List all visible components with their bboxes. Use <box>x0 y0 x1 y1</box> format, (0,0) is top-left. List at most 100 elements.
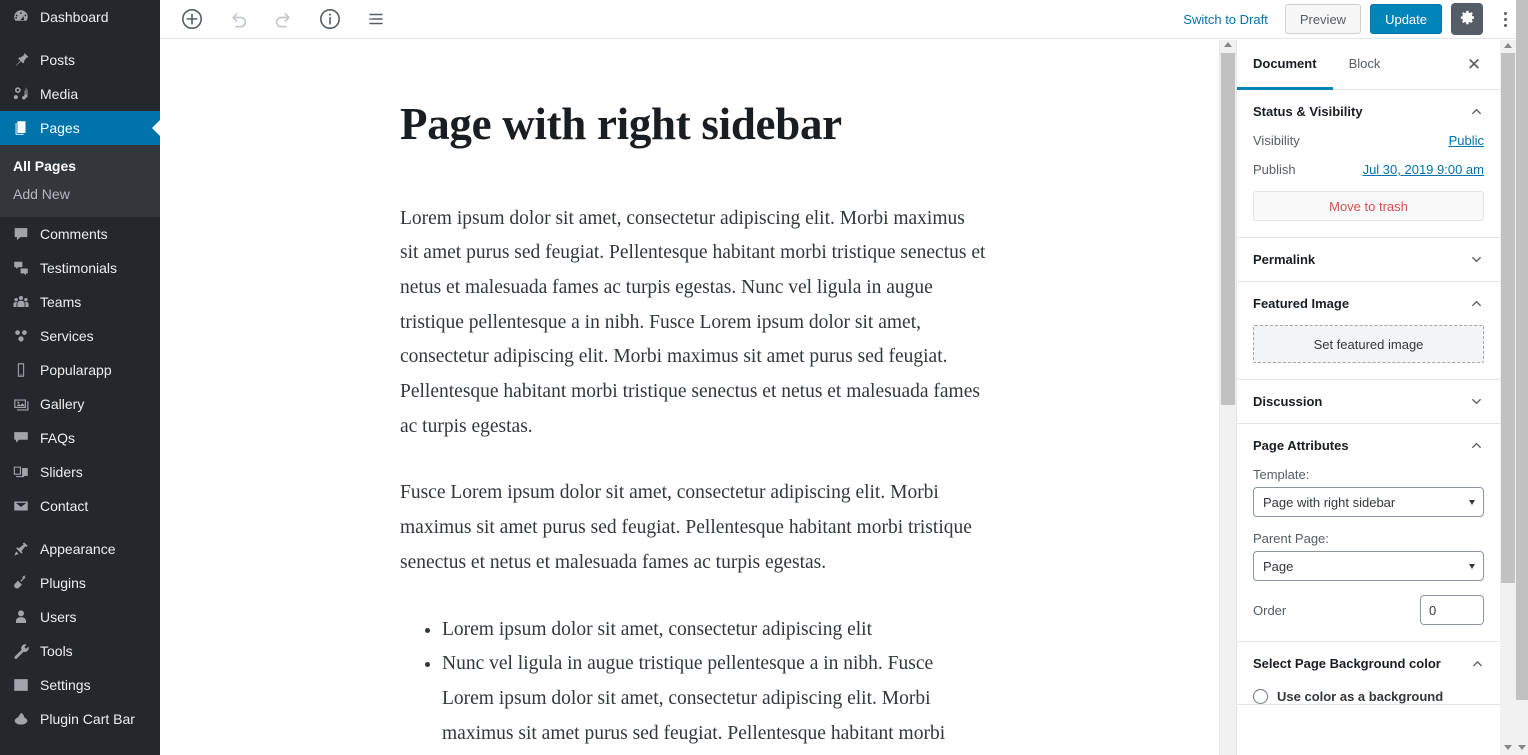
tab-document[interactable]: Document <box>1237 40 1333 90</box>
pages-icon <box>11 118 31 138</box>
publish-date-button[interactable]: Jul 30, 2019 9:00 am <box>1363 162 1484 177</box>
menu-separator <box>0 523 160 532</box>
panel-header-discussion[interactable]: Discussion <box>1237 380 1500 423</box>
panel-body-featured-image: Set featured image <box>1237 325 1500 379</box>
panel-title-page-background-color: Select Page Background color <box>1253 656 1441 671</box>
panel-header-page-attributes[interactable]: Page Attributes <box>1237 424 1500 467</box>
sidebar-scrollbar[interactable] <box>1500 40 1516 755</box>
panel-header-permalink[interactable]: Permalink <box>1237 238 1500 281</box>
radio-button-icon[interactable] <box>1253 689 1268 704</box>
panel-page-background-color: Select Page Background color Use color a… <box>1237 642 1500 705</box>
redo-button[interactable] <box>266 1 302 37</box>
media-icon <box>11 84 31 104</box>
scroll-up-arrow-icon[interactable] <box>1224 42 1232 47</box>
paragraph-block[interactable]: Fusce Lorem ipsum dolor sit amet, consec… <box>400 476 986 580</box>
editor-toolbar: Switch to Draft Preview Update <box>160 0 1528 39</box>
panel-header-status-visibility[interactable]: Status & Visibility <box>1237 90 1500 133</box>
close-sidebar-button[interactable]: ✕ <box>1456 40 1492 89</box>
sidebar-item-plugin-cart-bar[interactable]: Plugin Cart Bar <box>0 702 160 736</box>
panel-header-featured-image[interactable]: Featured Image <box>1237 282 1500 325</box>
sidebar-item-label: Sliders <box>40 464 83 480</box>
preview-button[interactable]: Preview <box>1284 4 1362 34</box>
block-navigation-button[interactable] <box>358 1 394 37</box>
order-label: Order <box>1253 602 1287 618</box>
sidebar-item-media[interactable]: Media <box>0 77 160 111</box>
sliders-icon <box>11 462 31 482</box>
page-scrollbar-thumb[interactable] <box>1516 0 1528 700</box>
submenu-item-add-new[interactable]: Add New <box>0 180 160 208</box>
visibility-value-button[interactable]: Public <box>1449 133 1484 148</box>
editor-canvas: Page with right sidebar Lorem ipsum dolo… <box>160 40 1236 755</box>
testimonials-icon <box>11 258 31 278</box>
smartphone-icon <box>11 360 31 380</box>
gallery-icon <box>11 394 31 414</box>
chevron-down-icon <box>1469 394 1484 409</box>
sidebar-item-contact[interactable]: Contact <box>0 489 160 523</box>
tools-icon <box>11 641 31 661</box>
sidebar-item-posts[interactable]: Posts <box>0 43 160 77</box>
sidebar-item-plugins[interactable]: Plugins <box>0 566 160 600</box>
undo-button[interactable] <box>220 1 256 37</box>
sidebar-item-testimonials[interactable]: Testimonials <box>0 251 160 285</box>
page-scrollbar[interactable] <box>1516 0 1528 755</box>
scroll-down-arrow-icon[interactable] <box>1517 745 1526 750</box>
settings-icon <box>11 675 31 695</box>
scroll-up-arrow-icon[interactable] <box>1503 43 1512 48</box>
sidebar-item-gallery[interactable]: Gallery <box>0 387 160 421</box>
sidebar-item-tools[interactable]: Tools <box>0 634 160 668</box>
parent-page-select[interactable]: Page <box>1253 551 1484 581</box>
list-block[interactable]: Lorem ipsum dolor sit amet, consectetur … <box>400 613 988 755</box>
appearance-icon <box>11 539 31 559</box>
post-title[interactable]: Page with right sidebar <box>400 99 1020 150</box>
publish-label: Publish <box>1253 162 1296 177</box>
content-info-button[interactable] <box>312 1 348 37</box>
editor-scrollbar[interactable] <box>1219 40 1236 755</box>
switch-to-draft-link[interactable]: Switch to Draft <box>1183 12 1268 27</box>
template-select[interactable]: Page with right sidebar <box>1253 487 1484 517</box>
wordpress-block-editor: Dashboard Posts Media Pages All Pages Add New… <box>0 0 1528 755</box>
admin-sidebar: Dashboard Posts Media Pages All Pages Add New… <box>0 0 160 755</box>
sidebar-item-label: Dashboard <box>40 9 109 25</box>
editor-content-wrapper: Page with right sidebar Lorem ipsum dolo… <box>160 40 1236 755</box>
move-to-trash-button[interactable]: Move to trash <box>1253 191 1484 221</box>
sidebar-item-services[interactable]: Services <box>0 319 160 353</box>
editor-scrollbar-thumb[interactable] <box>1221 53 1235 405</box>
submenu-item-all-pages[interactable]: All Pages <box>0 152 160 180</box>
plugins-icon <box>11 573 31 593</box>
admin-menu-list: Dashboard Posts Media Pages All Pages Add New… <box>0 0 160 736</box>
sidebar-item-dashboard[interactable]: Dashboard <box>0 0 160 34</box>
settings-gear-button[interactable] <box>1451 3 1483 35</box>
more-options-button[interactable] <box>1492 3 1518 35</box>
chevron-up-icon <box>1471 657 1484 670</box>
scroll-down-arrow-icon[interactable] <box>1503 745 1512 750</box>
sidebar-tabs: Document Block ✕ <box>1237 40 1500 90</box>
sidebar-item-sliders[interactable]: Sliders <box>0 455 160 489</box>
parent-page-selected-value: Page <box>1263 558 1294 574</box>
background-color-radio-row[interactable]: Use color as a background <box>1237 685 1500 704</box>
tab-block[interactable]: Block <box>1333 40 1397 90</box>
sidebar-item-faqs[interactable]: FAQs <box>0 421 160 455</box>
sidebar-item-comments[interactable]: Comments <box>0 217 160 251</box>
users-icon <box>11 607 31 627</box>
update-button[interactable]: Update <box>1370 4 1442 34</box>
sidebar-item-appearance[interactable]: Appearance <box>0 532 160 566</box>
sidebar-item-users[interactable]: Users <box>0 600 160 634</box>
add-block-button[interactable] <box>174 1 210 37</box>
sidebar-item-teams[interactable]: Teams <box>0 285 160 319</box>
panel-status-visibility: Status & Visibility Visibility Public Pu… <box>1237 90 1500 238</box>
chevron-up-icon <box>1469 104 1484 119</box>
order-input[interactable] <box>1420 595 1484 625</box>
visibility-row: Visibility Public <box>1253 133 1484 148</box>
sidebar-scrollbar-thumb[interactable] <box>1501 53 1515 583</box>
list-item: Lorem ipsum dolor sit amet, consectetur … <box>442 613 988 648</box>
parent-page-label: Parent Page: <box>1253 531 1329 546</box>
panel-header-page-background-color[interactable]: Select Page Background color <box>1237 642 1500 685</box>
set-featured-image-button[interactable]: Set featured image <box>1253 325 1484 363</box>
sidebar-item-label: Plugin Cart Bar <box>40 711 135 727</box>
comments-icon <box>11 224 31 244</box>
paragraph-block[interactable]: Lorem ipsum dolor sit amet, consectetur … <box>400 202 986 445</box>
sidebar-item-settings[interactable]: Settings <box>0 668 160 702</box>
sidebar-item-popularapp[interactable]: Popularapp <box>0 353 160 387</box>
services-icon <box>11 326 31 346</box>
sidebar-item-pages[interactable]: Pages <box>0 111 160 145</box>
